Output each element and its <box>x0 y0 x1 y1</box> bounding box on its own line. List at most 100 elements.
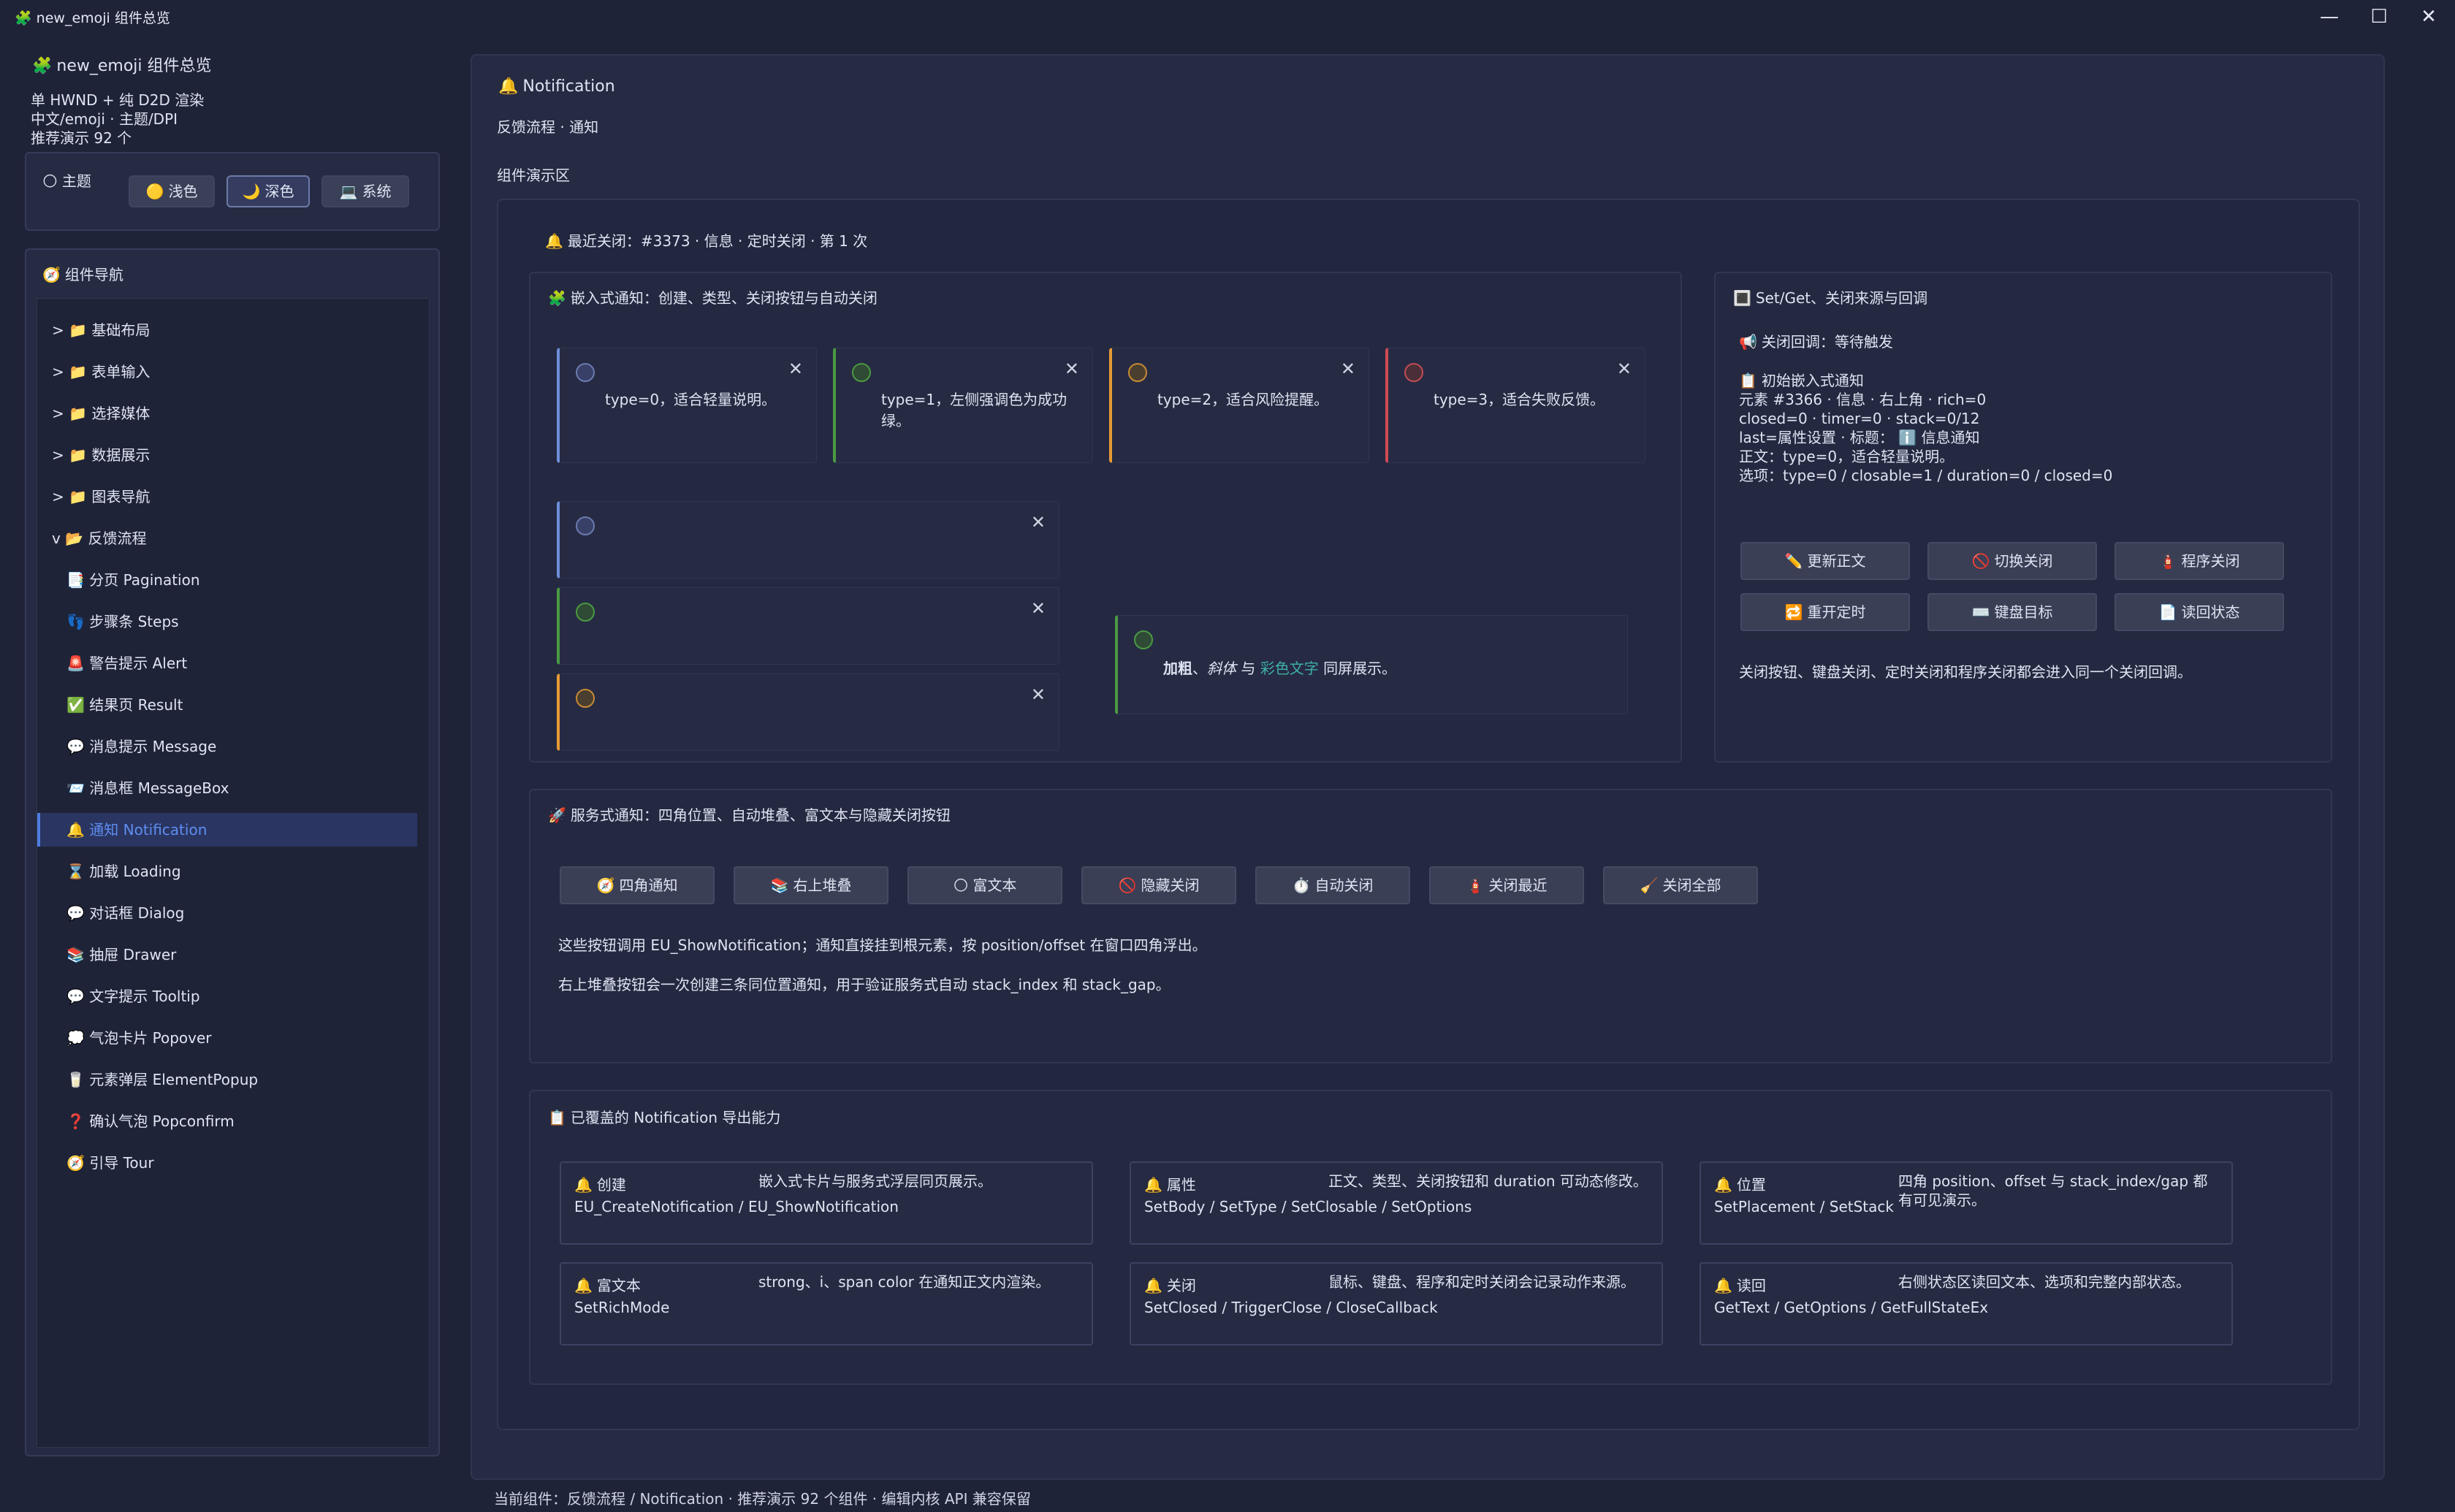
notification-body: type=3，适合失败反馈。 <box>1434 391 1605 408</box>
toggle-close-button[interactable]: 🚫 切换关闭 <box>1927 542 2097 580</box>
window-title: 🧩 new_emoji 组件总览 <box>15 10 170 26</box>
warning-icon <box>1128 363 1147 382</box>
demo-area: 🔔 最近关闭：#3373 · 信息 · 定时关闭 · 第 1 次 🧩 嵌入式通知：创… <box>497 199 2360 1430</box>
state-readout: 📋 初始嵌入式通知 元素 #3366 · 信息 · 右上角 · rich=0 cl… <box>1739 372 2113 484</box>
success-icon <box>852 363 871 382</box>
setget-note: 关闭按钮、键盘关闭、定时关闭和程序关闭都会进入同一个关闭回调。 <box>1739 663 2192 681</box>
no-entry-icon: 🚫 <box>1118 877 1137 894</box>
nav-item-loading[interactable]: ⌛ 加载 Loading <box>37 855 417 888</box>
close-icon[interactable]: ✕ <box>1617 359 1632 379</box>
program-close-button[interactable]: 🧯 程序关闭 <box>2115 542 2284 580</box>
puzzle-icon: 🧩 <box>15 10 32 26</box>
moon-icon: 🌕 <box>953 877 969 894</box>
theme-dark-button[interactable]: 🌙 深色 <box>227 175 310 207</box>
service-desc-2: 右上堆叠按钮会一次创建三条同位置通知，用于验证服务式自动 stack_index… <box>558 976 1171 993</box>
nav-item-steps[interactable]: 👣 步骤条 Steps <box>37 605 417 638</box>
theme-light-button[interactable]: 🟡 浅色 <box>129 175 215 207</box>
nav-item-popover[interactable]: 💭 气泡卡片 Popover <box>37 1021 417 1055</box>
notification-success: ✕ type=1，左侧强调色为成功绿。 <box>833 348 1093 463</box>
setget-title: 🔳 Set/Get、关闭来源与回调 <box>1733 289 1928 307</box>
close-icon[interactable]: ✕ <box>1341 359 1355 379</box>
nav-item-message[interactable]: 💬 消息提示 Message <box>37 730 417 763</box>
close-icon[interactable]: ✕ <box>1031 684 1046 705</box>
nav-group-chart-nav[interactable]: > 📁 图表导航 <box>37 480 417 513</box>
close-all-button[interactable]: 🧹 关闭全部 <box>1603 866 1758 904</box>
capability-position: 🔔 位置 四角 position、offset 与 stack_index/gap… <box>1700 1161 2233 1245</box>
nav-item-elementpopup[interactable]: 🥛 元素弹层 ElementPopup <box>37 1063 417 1096</box>
restart-timer-button[interactable]: 🔁 重开定时 <box>1740 593 1910 631</box>
nav-item-tooltip[interactable]: 💬 文字提示 Tooltip <box>37 980 417 1013</box>
update-body-button[interactable]: ✏️ 更新正文 <box>1740 542 1910 580</box>
nav-group-basic-layout[interactable]: > 📁 基础布局 <box>37 313 417 347</box>
service-notification-card: 🚀 服务式通知：四角位置、自动堆叠、富文本与隐藏关闭按钮 🧭 四角通知 📚 右上堆叠 … <box>529 789 2332 1064</box>
nav-item-messagebox[interactable]: 📨 消息框 MessageBox <box>37 771 417 805</box>
nav-item-dialog[interactable]: 💬 对话框 Dialog <box>37 896 417 930</box>
setget-card: 🔳 Set/Get、关闭来源与回调 📢 关闭回调：等待触发 📋 初始嵌入式通知 元素 … <box>1714 272 2332 763</box>
close-icon[interactable]: ✕ <box>788 359 803 379</box>
keyboard-target-button[interactable]: ⌨️ 键盘目标 <box>1927 593 2097 631</box>
nav-group-form-input[interactable]: > 📁 表单输入 <box>37 355 417 389</box>
repeat-icon: 🔁 <box>1784 603 1803 621</box>
megaphone-icon: 📢 <box>1739 333 1757 351</box>
close-callback-status: 📢 关闭回调：等待触发 <box>1739 333 1893 351</box>
last-closed-status: 🔔 最近关闭：#3373 · 信息 · 定时关闭 · 第 1 次 <box>545 232 868 250</box>
service-desc-1: 这些按钮调用 EU_ShowNotification；通知直接挂到根元素，按 p… <box>558 936 1207 954</box>
notification-info: ✕ type=0，适合轻量说明。 <box>557 348 817 463</box>
close-icon[interactable]: ✕ <box>1031 598 1046 619</box>
nav-panel: 🧭 组件导航 > 📁 基础布局 > 📁 表单输入 > 📁 选择媒体 > 📁 数据展… <box>25 248 440 1456</box>
nav-group-data-display[interactable]: > 📁 数据展示 <box>37 438 417 472</box>
nav-item-drawer[interactable]: 📚 抽屉 Drawer <box>37 938 417 971</box>
auto-close-button[interactable]: ⏱️ 自动关闭 <box>1255 866 1410 904</box>
covered-card-title: 📋 已覆盖的 Notification 导出能力 <box>548 1109 781 1126</box>
rocket-icon: 🚀 <box>548 806 566 824</box>
close-icon[interactable]: ✕ <box>1031 512 1046 532</box>
nav-item-notification[interactable]: 🔔 通知 Notification <box>37 813 417 847</box>
nav-item-result[interactable]: ✅ 结果页 Result <box>37 688 417 722</box>
rich-text-button[interactable]: 🌕 富文本 <box>907 866 1062 904</box>
bell-icon: 🔔 <box>574 1176 593 1194</box>
bell-icon: 🔔 <box>1714 1277 1732 1294</box>
extinguisher-icon: 🧯 <box>1466 877 1485 894</box>
nav-item-alert[interactable]: 🚨 警告提示 Alert <box>37 646 417 680</box>
minimize-button[interactable]: — <box>2307 3 2351 31</box>
page-subtitle: 反馈流程 · 通知 <box>497 118 599 136</box>
puzzle-icon: 🧩 <box>32 57 53 75</box>
pencil-icon: ✏️ <box>1784 552 1803 570</box>
compass-icon: 🧭 <box>596 877 615 894</box>
covered-capabilities-card: 📋 已覆盖的 Notification 导出能力 🔔 创建 嵌入式卡片与服务式浮层同… <box>529 1090 2332 1385</box>
capability-readback: 🔔 读回 右侧状态区读回文本、选项和完整内部状态。 GetText / GetOp… <box>1700 1262 2233 1345</box>
app-title: 🧩 new_emoji 组件总览 <box>32 57 212 75</box>
broom-icon: 🧹 <box>1640 877 1659 894</box>
theme-panel: 🌕 主题 🟡 浅色 🌙 深色 💻 系统 <box>25 152 440 231</box>
theme-system-button[interactable]: 💻 系统 <box>321 175 409 207</box>
close-latest-button[interactable]: 🧯 关闭最近 <box>1429 866 1584 904</box>
success-icon <box>1134 630 1153 649</box>
info-icon <box>576 516 595 535</box>
moon-icon: 🌙 <box>242 183 261 200</box>
status-bar: 当前组件：反馈流程 / Notification · 推荐演示 92 个组件 ·… <box>494 1490 1031 1508</box>
nav-group-feedback[interactable]: v 📂 反馈流程 <box>37 522 417 555</box>
capability-close: 🔔 关闭 鼠标、键盘、程序和定时关闭会记录动作来源。 SetClosed / Tr… <box>1130 1262 1663 1345</box>
nav-item-pagination[interactable]: 📑 分页 Pagination <box>37 563 417 597</box>
close-window-button[interactable]: ✕ <box>2407 3 2451 31</box>
puzzle-icon: 🧩 <box>548 289 566 307</box>
service-card-title: 🚀 服务式通知：四角位置、自动堆叠、富文本与隐藏关闭按钮 <box>548 806 951 824</box>
nav-group-selection-media[interactable]: > 📁 选择媒体 <box>37 397 417 430</box>
nav-item-tour[interactable]: 🧭 引导 Tour <box>37 1146 417 1180</box>
corner-notify-button[interactable]: 🧭 四角通知 <box>560 866 715 904</box>
moon-icon: 🌕 <box>42 172 58 190</box>
success-icon <box>576 603 595 622</box>
keyboard-icon: ⌨️ <box>1971 603 1990 621</box>
maximize-button[interactable]: ☐ <box>2357 3 2401 31</box>
nav-item-popconfirm[interactable]: ❓ 确认气泡 Popconfirm <box>37 1104 417 1138</box>
stack-top-right-button[interactable]: 📚 右上堆叠 <box>734 866 888 904</box>
read-state-button[interactable]: 📄 读回状态 <box>2115 593 2284 631</box>
bell-icon: 🔔 <box>1714 1176 1732 1194</box>
hide-close-button[interactable]: 🚫 隐藏关闭 <box>1081 866 1236 904</box>
notification-body: type=0，适合轻量说明。 <box>605 391 777 408</box>
capability-create: 🔔 创建 嵌入式卡片与服务式浮层同页展示。 EU_CreateNotificati… <box>560 1161 1093 1245</box>
close-icon[interactable]: ✕ <box>1065 359 1079 379</box>
bell-icon: 🔔 <box>498 77 519 96</box>
sun-icon: 🟡 <box>145 183 164 200</box>
bell-icon: 🔔 <box>574 1277 593 1294</box>
